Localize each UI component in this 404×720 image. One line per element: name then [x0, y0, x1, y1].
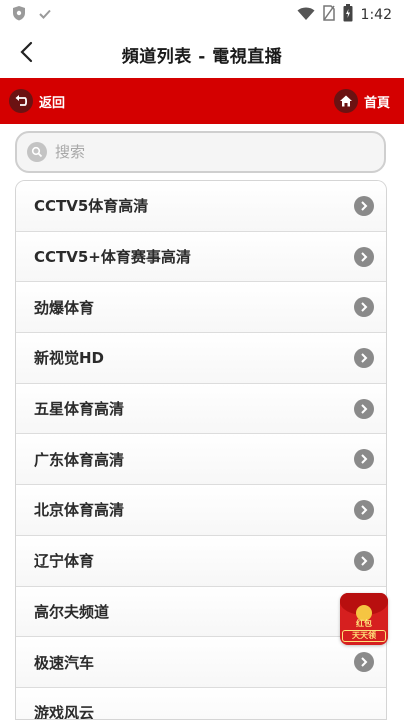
- search-box[interactable]: [15, 131, 386, 173]
- promo-line1: 红包: [356, 619, 372, 628]
- search-icon: [27, 142, 47, 162]
- list-item-7[interactable]: 辽宁体育: [16, 535, 386, 587]
- chevron-right-icon: [354, 297, 374, 318]
- list-item-10[interactable]: 游戏风云: [16, 687, 386, 720]
- chevron-right-icon: [354, 246, 374, 267]
- channel-label: CCTV5+体育赛事高清: [34, 248, 191, 267]
- list-item-8[interactable]: 高尔夫频道: [16, 586, 386, 638]
- channel-label: 极速汽车: [34, 653, 95, 672]
- channel-label: 新视觉HD: [34, 349, 105, 368]
- list-item-9[interactable]: 极速汽车: [16, 637, 386, 688]
- channel-label: CCTV5体育高清: [34, 197, 149, 216]
- list-item-4[interactable]: 五星体育高清: [16, 383, 386, 435]
- return-icon: [9, 89, 33, 113]
- chevron-right-icon: [354, 195, 374, 216]
- channel-label: 辽宁体育: [34, 552, 95, 571]
- channel-list: CCTV5体育高清 CCTV5+体育赛事高清 劲爆体育 新视觉HD 五星体育高清…: [15, 180, 387, 720]
- back-arrow-button[interactable]: [10, 38, 42, 70]
- list-item-2[interactable]: 劲爆体育: [16, 282, 386, 334]
- chevron-right-icon: [354, 652, 374, 673]
- channel-label: 五星体育高清: [34, 400, 125, 419]
- chevron-right-icon: [354, 347, 374, 368]
- status-bar: 1:42: [0, 0, 404, 30]
- battery-icon: [343, 4, 353, 26]
- list-item-5[interactable]: 广东体育高清: [16, 434, 386, 486]
- return-button[interactable]: 返回: [9, 87, 65, 115]
- status-time: 1:42: [360, 7, 392, 23]
- toolbar: 返回 首頁: [0, 78, 404, 124]
- home-label: 首頁: [363, 95, 390, 111]
- channel-label: 北京体育高清: [34, 501, 125, 520]
- promo-line2: 天天领: [342, 630, 386, 642]
- check-icon: [38, 6, 52, 25]
- home-button[interactable]: 首頁: [333, 87, 390, 115]
- home-icon: [333, 89, 358, 113]
- list-item-6[interactable]: 北京体育高清: [16, 485, 386, 536]
- red-envelope-promo-button[interactable]: 红包 天天领: [340, 593, 388, 645]
- list-item-1[interactable]: CCTV5+体育赛事高清: [16, 231, 386, 283]
- chevron-right-icon: [354, 449, 374, 470]
- shield-icon: [12, 5, 26, 25]
- channel-label: 广东体育高清: [34, 450, 125, 469]
- channel-label: 游戏风云: [34, 704, 95, 720]
- nav-bar: 頻道列表 - 電視直播: [0, 30, 404, 78]
- list-item-3[interactable]: 新视觉HD: [16, 333, 386, 384]
- no-sim-icon: [322, 5, 335, 25]
- chevron-left-icon: [19, 41, 33, 67]
- page-title: 頻道列表 - 電視直播: [121, 46, 283, 67]
- status-right: 1:42: [297, 4, 404, 26]
- chevron-right-icon: [354, 499, 374, 520]
- wifi-icon: [297, 6, 315, 25]
- channel-label: 劲爆体育: [34, 298, 95, 317]
- status-left: [0, 5, 52, 25]
- search-input[interactable]: [55, 143, 355, 161]
- list-item-0[interactable]: CCTV5体育高清: [16, 181, 386, 232]
- channel-label: 高尔夫频道: [34, 602, 110, 621]
- chevron-right-icon: [354, 398, 374, 419]
- chevron-right-icon: [354, 550, 374, 571]
- return-label: 返回: [39, 95, 66, 111]
